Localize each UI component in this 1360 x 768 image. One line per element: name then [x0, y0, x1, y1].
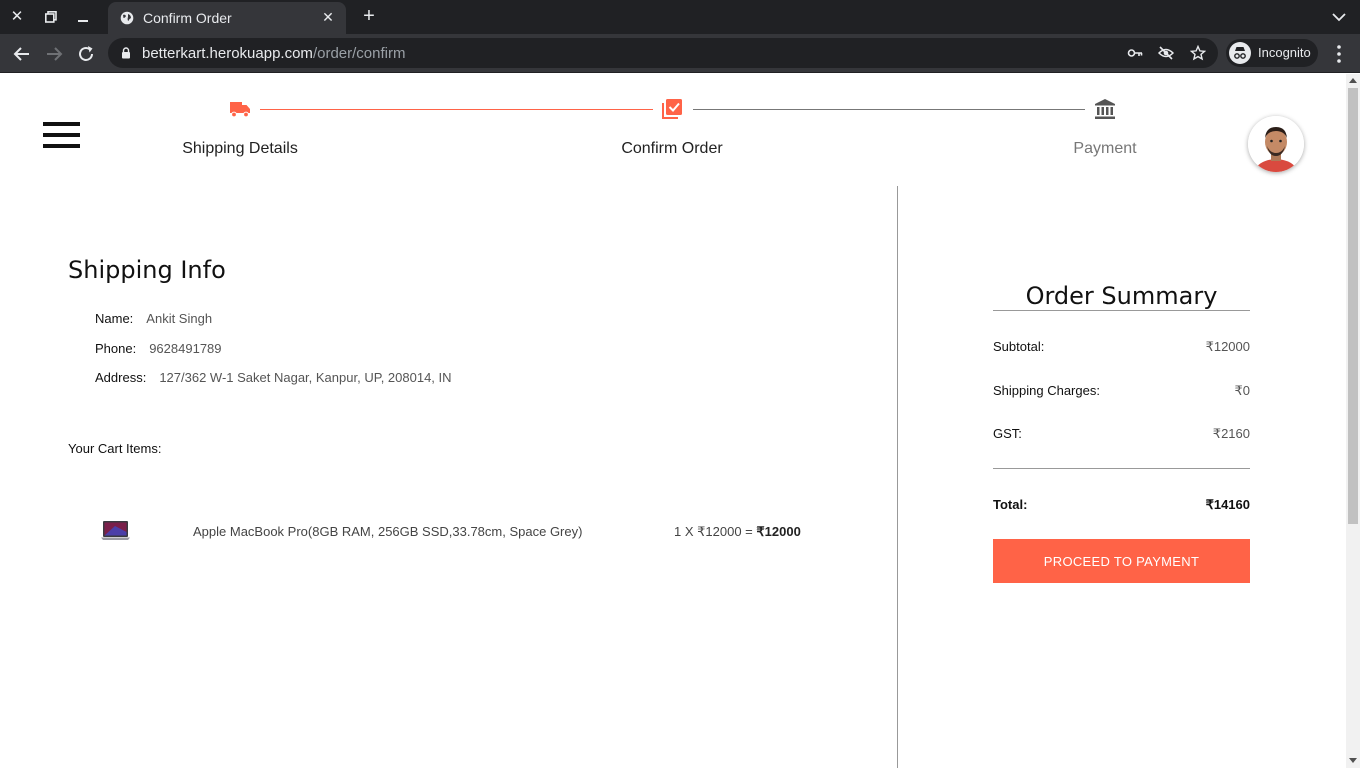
- url-host: betterkart.herokuapp.com: [142, 45, 313, 62]
- shipping-name-row: Name: Ankit Singh: [95, 311, 212, 326]
- browser-tabstrip: ✕ Confirm Order ✕ +: [0, 0, 1360, 34]
- page-scrollbar[interactable]: [1346, 74, 1360, 768]
- truck-icon: [230, 102, 250, 118]
- summary-gst-row: GST: ₹2160: [993, 426, 1250, 441]
- browser-menu-icon[interactable]: [1330, 43, 1348, 65]
- shipping-charges-label: Shipping Charges:: [993, 383, 1100, 398]
- browser-toolbar: betterkart.herokuapp.com/order/confirm I…: [0, 34, 1360, 73]
- tab-close-icon[interactable]: ✕: [318, 7, 338, 27]
- summary-total-row: Total: ₹14160: [993, 497, 1250, 512]
- cart-item-name-link[interactable]: Apple MacBook Pro(8GB RAM, 256GB SSD,33.…: [193, 524, 582, 539]
- forward-arrow-icon[interactable]: [42, 42, 66, 66]
- back-arrow-icon[interactable]: [10, 42, 34, 66]
- shipping-charges-value: ₹0: [1234, 383, 1250, 398]
- stepper-connector-pending: [693, 109, 1085, 110]
- incognito-label: Incognito: [1258, 45, 1311, 60]
- step-label-payment: Payment: [1073, 140, 1137, 157]
- scrollbar-thumb[interactable]: [1348, 88, 1358, 524]
- window-close-icon[interactable]: ✕: [6, 6, 28, 28]
- shipping-info-title: Shipping Info: [68, 256, 226, 284]
- total-label: Total:: [993, 497, 1028, 512]
- globe-icon: [120, 11, 134, 25]
- cart-item-total: ₹12000: [756, 524, 801, 539]
- key-icon[interactable]: [1127, 45, 1143, 61]
- total-value: ₹14160: [1205, 497, 1250, 512]
- library-add-check-icon: [662, 99, 682, 119]
- cart-items-title: Your Cart Items:: [68, 441, 162, 456]
- summary-subtotal-row: Subtotal: ₹12000: [993, 339, 1250, 354]
- summary-shipping-row: Shipping Charges: ₹0: [993, 383, 1250, 398]
- cart-item-qty-price: 1 X ₹12000 =: [674, 524, 757, 539]
- step-label-confirm: Confirm Order: [621, 140, 723, 157]
- stepper-connector-complete: [260, 109, 653, 110]
- scroll-down-arrow-icon[interactable]: [1349, 758, 1357, 763]
- order-summary-title: Order Summary: [1025, 282, 1218, 310]
- subtotal-label: Subtotal:: [993, 339, 1045, 354]
- cart-item-price: 1 X ₹12000 = ₹12000: [674, 524, 801, 540]
- summary-total-divider: [993, 468, 1250, 469]
- hamburger-menu-icon[interactable]: [43, 122, 80, 149]
- reload-icon[interactable]: [74, 42, 98, 66]
- gst-value: ₹2160: [1212, 426, 1250, 441]
- incognito-badge[interactable]: Incognito: [1226, 39, 1318, 67]
- phone-label: Phone:: [95, 341, 137, 356]
- bookmark-star-icon[interactable]: [1190, 45, 1206, 61]
- user-avatar[interactable]: [1248, 116, 1304, 172]
- shipping-address-row: Address: 127/362 W-1 Saket Nagar, Kanpur,…: [95, 370, 452, 385]
- name-value: Ankit Singh: [146, 311, 213, 326]
- address-bar[interactable]: betterkart.herokuapp.com/order/confirm: [108, 38, 1218, 68]
- proceed-to-payment-button[interactable]: PROCEED TO PAYMENT: [993, 539, 1250, 583]
- product-thumbnail[interactable]: [101, 520, 130, 541]
- phone-value: 9628491789: [149, 341, 222, 356]
- subtotal-value: ₹12000: [1205, 339, 1250, 354]
- eye-off-icon[interactable]: [1158, 45, 1174, 61]
- scroll-up-arrow-icon[interactable]: [1349, 78, 1357, 83]
- address-value: 127/362 W-1 Saket Nagar, Kanpur, UP, 208…: [159, 370, 452, 385]
- window-minimize-icon[interactable]: [72, 6, 94, 28]
- page-content: Shipping Details Confirm Order Payment S…: [0, 74, 1346, 768]
- lock-icon: [122, 47, 130, 59]
- browser-tab-active[interactable]: Confirm Order ✕: [108, 2, 346, 34]
- vertical-divider: [897, 186, 898, 768]
- tab-search-chevron-icon[interactable]: [1330, 8, 1348, 26]
- bank-icon: [1095, 99, 1115, 119]
- tab-title: Confirm Order: [143, 10, 232, 26]
- gst-label: GST:: [993, 426, 1022, 441]
- incognito-icon: [1229, 42, 1251, 64]
- url-text: betterkart.herokuapp.com/order/confirm: [142, 45, 405, 62]
- window-restore-icon[interactable]: [40, 6, 62, 28]
- name-label: Name:: [95, 311, 134, 326]
- shipping-phone-row: Phone: 9628491789: [95, 341, 222, 356]
- url-path: /order/confirm: [312, 45, 406, 62]
- summary-title-underline: [993, 310, 1250, 311]
- step-label-shipping: Shipping Details: [182, 140, 298, 157]
- new-tab-icon[interactable]: +: [358, 5, 380, 27]
- address-label: Address:: [95, 370, 147, 385]
